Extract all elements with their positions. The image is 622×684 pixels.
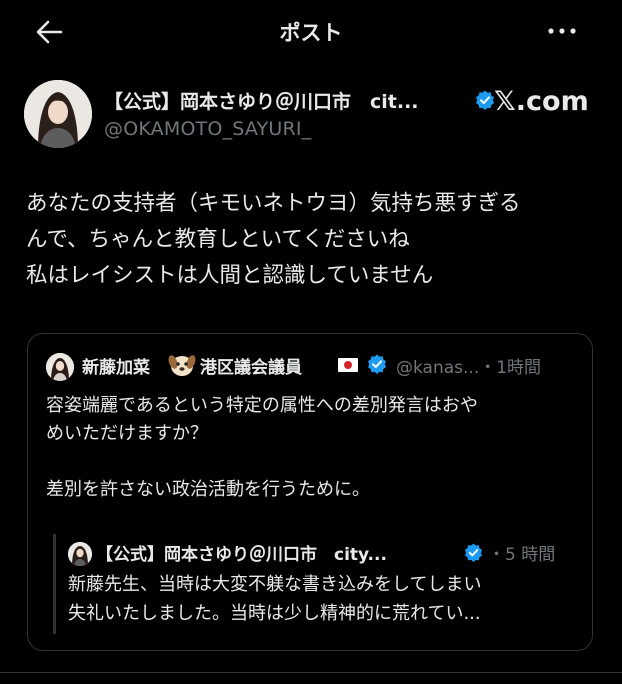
nested-post-time: ・5 時間: [488, 545, 556, 565]
quote-text: 容姿端麗であるという特定の属性への差別発言はおや めいただけますか？ 差別を許さ…: [46, 392, 576, 504]
quote-text-line: 容姿端麗であるという特定の属性への差別発言はおや: [46, 395, 478, 416]
post-text-line: あなたの支持者（キモいネトウヨ）気持ち悪すぎる: [26, 191, 521, 216]
nested-post-text: 新藤先生、当時は大変不躾な書き込みをしてしまい 失礼いたしました。当時は少し精神…: [68, 570, 481, 628]
quote-text-line: [46, 448, 576, 476]
x-com-watermark: 𝕏.com: [494, 86, 589, 117]
japan-flag-icon: [338, 358, 358, 372]
dog-face-icon: [168, 355, 196, 376]
quote-author-name: 新藤加菜: [82, 358, 150, 378]
verified-badge-icon: [476, 90, 494, 110]
more-options-button[interactable]: [544, 18, 580, 44]
author-avatar[interactable]: [24, 80, 92, 148]
post-author: 【公式】岡本さゆり＠川口市 cit... @OKAMOTO_SAYURI_ 𝕏.…: [24, 80, 604, 150]
quote-text-line: めいただけますか？: [46, 423, 208, 444]
nested-text-line: 失礼いたしました。当時は少し精神的に荒れてい...: [68, 603, 481, 624]
post-text-line: 私はレイシストは人間と認識していません: [26, 263, 434, 288]
author-handle[interactable]: @OKAMOTO_SAYURI_: [104, 118, 311, 140]
verified-badge-icon: [368, 354, 386, 374]
nested-author-name: 【公式】岡本さゆり＠川口市 city...: [96, 545, 387, 565]
post-text: あなたの支持者（キモいネトウヨ）気持ち悪すぎる んで、ちゃんと教育しといてくださ…: [26, 186, 596, 294]
nested-text-line: 新藤先生、当時は大変不躾な書き込みをしてしまい: [68, 574, 482, 595]
quoted-post[interactable]: 新藤加菜 港区議会議員 @kanas...・1時間 容姿端麗であるという特定の属…: [27, 333, 593, 651]
post-text-line: んで、ちゃんと教育しといてくださいね: [26, 227, 410, 252]
author-name[interactable]: 【公式】岡本さゆり＠川口市 cit...: [104, 87, 419, 114]
nested-author-avatar: [68, 542, 92, 566]
quote-text-line: 差別を許さない政治活動を行うために。: [46, 479, 370, 500]
verified-badge-icon: [464, 543, 483, 562]
quote-author-handle-time: @kanas...・1時間: [396, 358, 542, 378]
nested-quoted-post[interactable]: 【公式】岡本さゆり＠川口市 city... ・5 時間 新藤先生、当時は大変不躾…: [53, 534, 576, 634]
quote-author-title: 港区議会議員: [200, 358, 302, 378]
top-bar: ポスト: [0, 0, 622, 64]
divider: [0, 672, 622, 673]
more-horizontal-icon: [548, 28, 576, 34]
quote-author-avatar: [46, 353, 74, 381]
page-title: ポスト: [279, 21, 343, 45]
